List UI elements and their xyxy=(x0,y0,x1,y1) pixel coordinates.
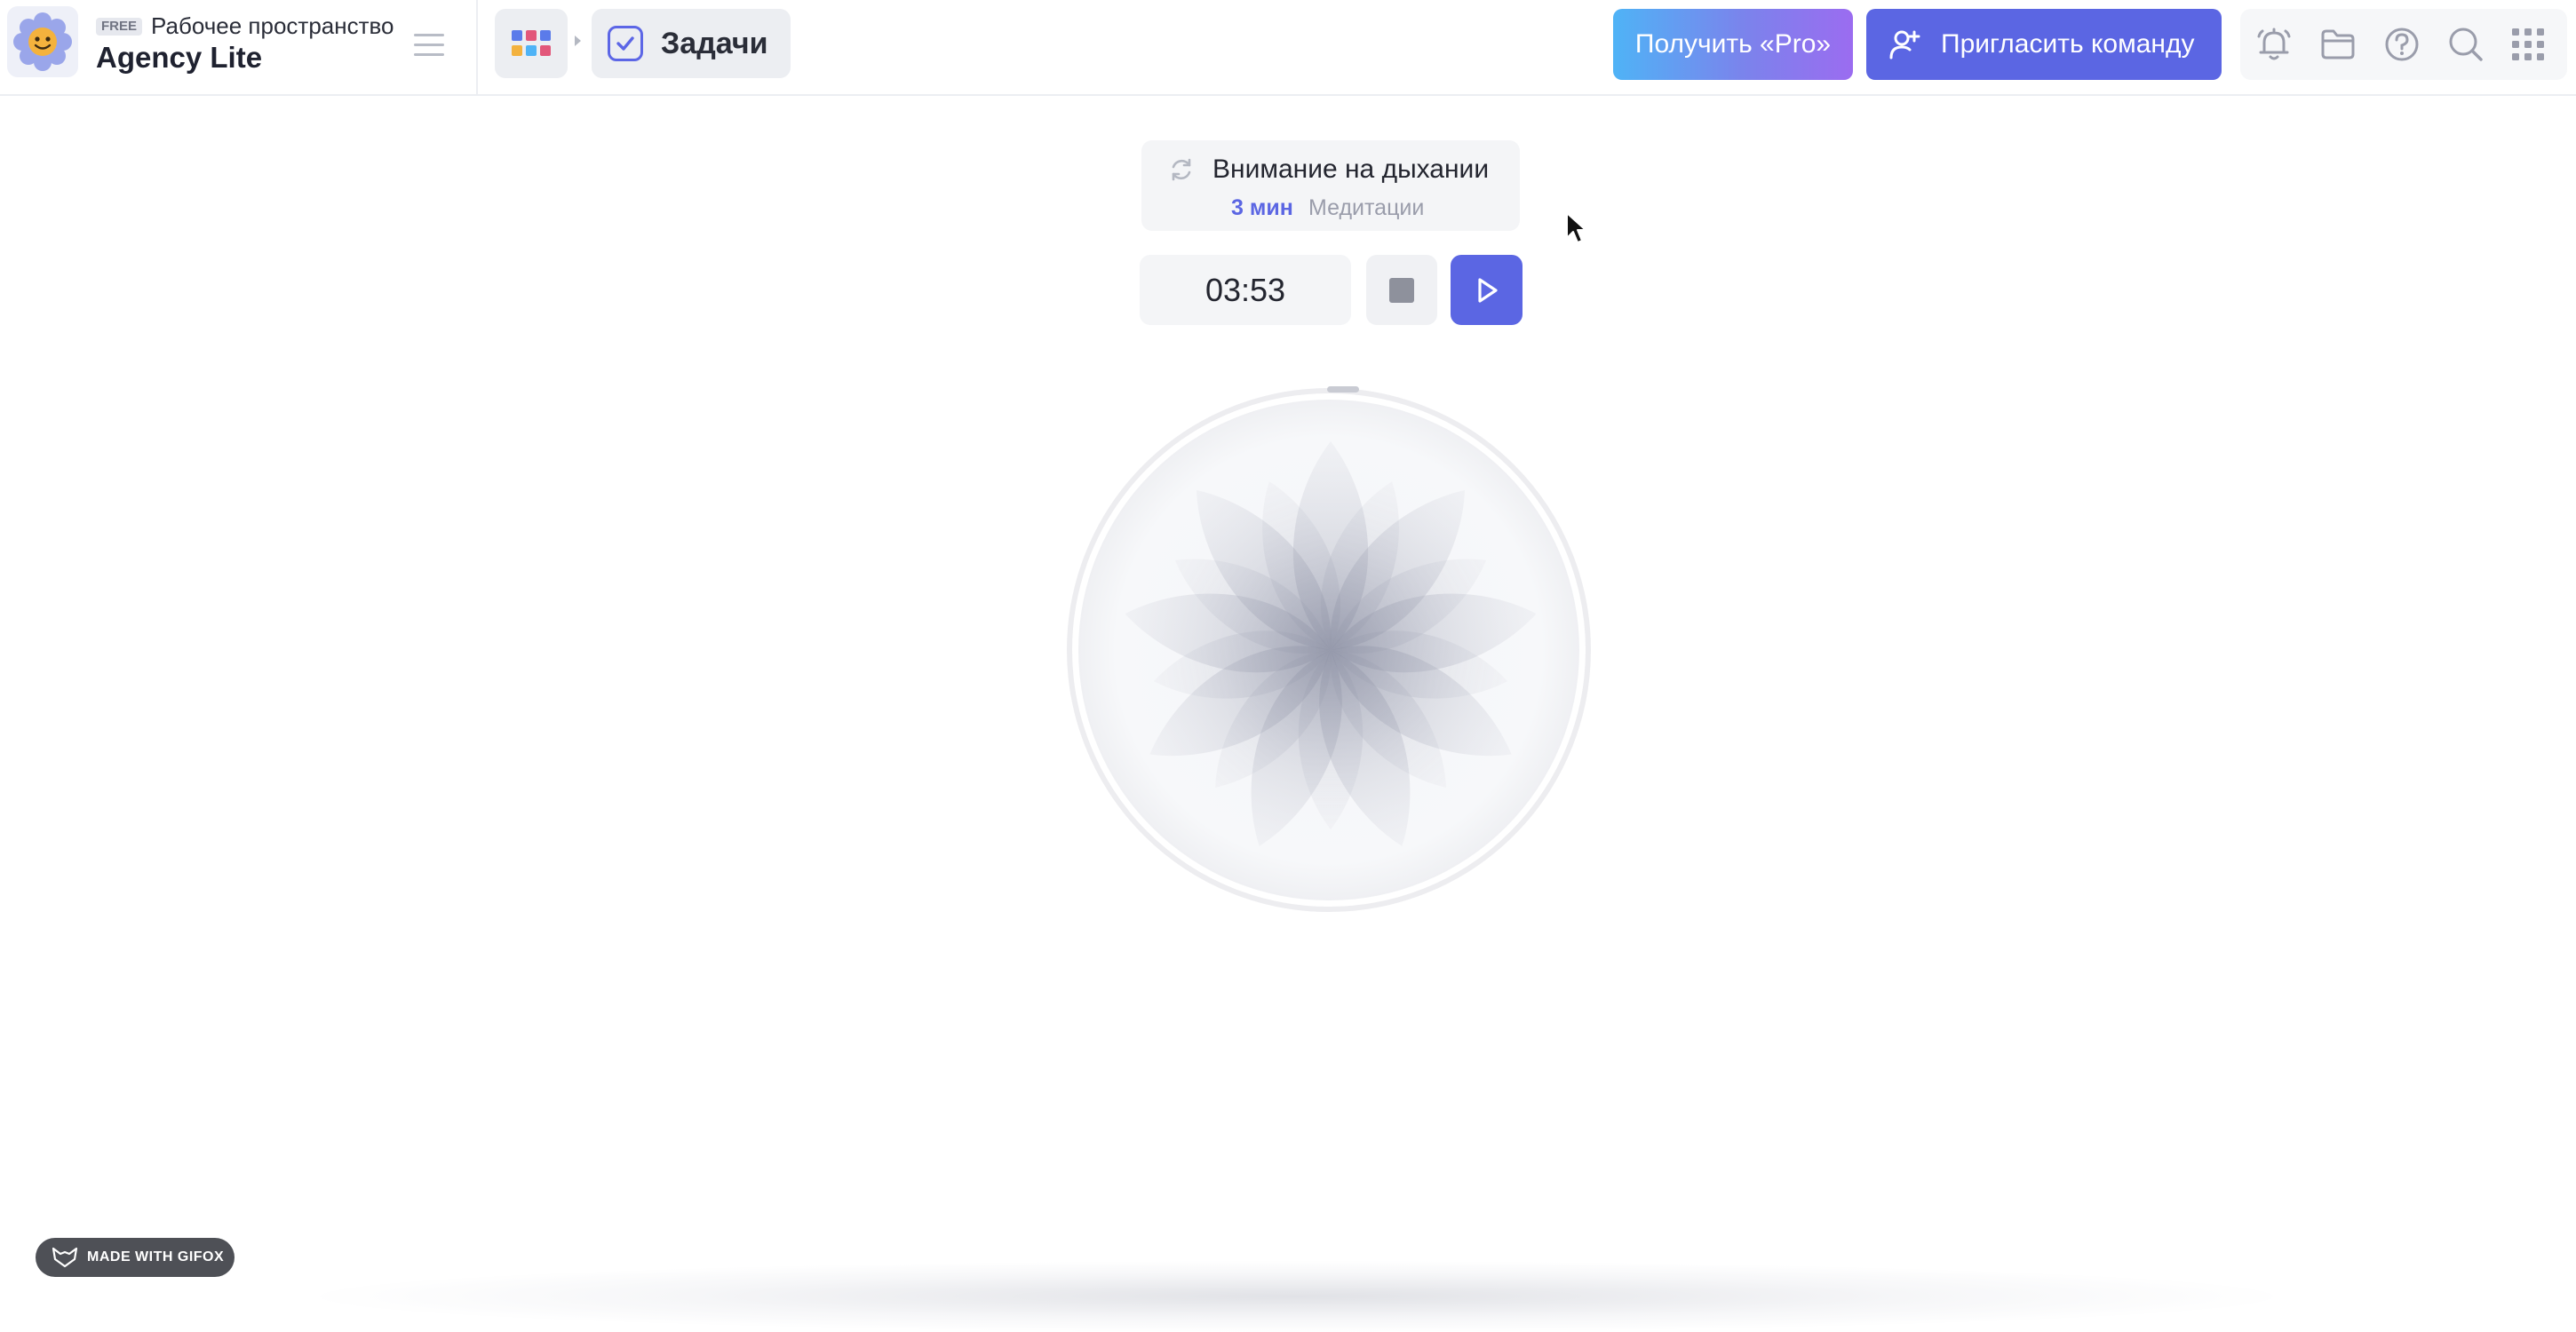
progress-indicator xyxy=(1327,386,1359,392)
play-icon xyxy=(1477,277,1498,303)
gifox-label: MADE WITH GIFOX xyxy=(87,1249,225,1265)
countdown-timer: 03:53 xyxy=(1140,255,1351,325)
bell-icon[interactable] xyxy=(2253,23,2295,66)
mouse-cursor-icon xyxy=(1566,212,1586,243)
session-category: Медитации xyxy=(1308,195,1425,220)
workspace-name[interactable]: Agency Lite xyxy=(96,41,262,75)
meditation-session-card[interactable]: Внимание на дыхании 3 мин Медитации xyxy=(1141,140,1520,231)
workspace-logo[interactable] xyxy=(7,6,78,77)
invite-team-label: Пригласить команду xyxy=(1941,29,2195,59)
flower-logo-icon xyxy=(13,12,72,71)
folder-icon[interactable] xyxy=(2317,23,2359,66)
workspace-label: Рабочее пространство xyxy=(151,12,394,39)
header-divider xyxy=(476,0,478,96)
grid-apps-icon[interactable] xyxy=(2507,23,2549,66)
invite-team-button[interactable]: Пригласить команду xyxy=(1866,9,2222,80)
stop-icon xyxy=(1389,277,1414,303)
breadcrumb-arrow-icon xyxy=(575,36,581,46)
session-duration: 3 мин xyxy=(1231,195,1293,220)
refresh-icon[interactable] xyxy=(1168,156,1195,183)
tab-tasks[interactable]: Задачи xyxy=(592,9,791,78)
gifox-watermark: MADE WITH GIFOX xyxy=(36,1238,235,1277)
apps-grid-icon xyxy=(512,30,551,56)
breathing-flower-animation xyxy=(1067,386,1591,912)
tab-tasks-label: Задачи xyxy=(661,26,768,60)
get-pro-button[interactable]: Получить «Pro» xyxy=(1613,9,1853,80)
fox-logo-icon xyxy=(52,1247,78,1268)
play-button[interactable] xyxy=(1451,255,1523,325)
stop-button[interactable] xyxy=(1366,255,1437,325)
apps-menu-button[interactable] xyxy=(495,9,568,78)
top-bar: FREE Рабочее пространство Agency Lite За… xyxy=(0,0,2576,96)
header-icon-group xyxy=(2240,9,2567,80)
checkbox-tasks-icon xyxy=(608,26,643,61)
session-title: Внимание на дыхании xyxy=(1212,155,1490,184)
hamburger-menu-icon[interactable] xyxy=(410,30,448,60)
search-icon[interactable] xyxy=(2445,23,2487,66)
plan-badge: FREE xyxy=(96,18,143,36)
add-user-icon xyxy=(1889,30,1920,59)
bottom-panel-shadow xyxy=(320,1261,2274,1332)
help-icon[interactable] xyxy=(2381,23,2423,66)
